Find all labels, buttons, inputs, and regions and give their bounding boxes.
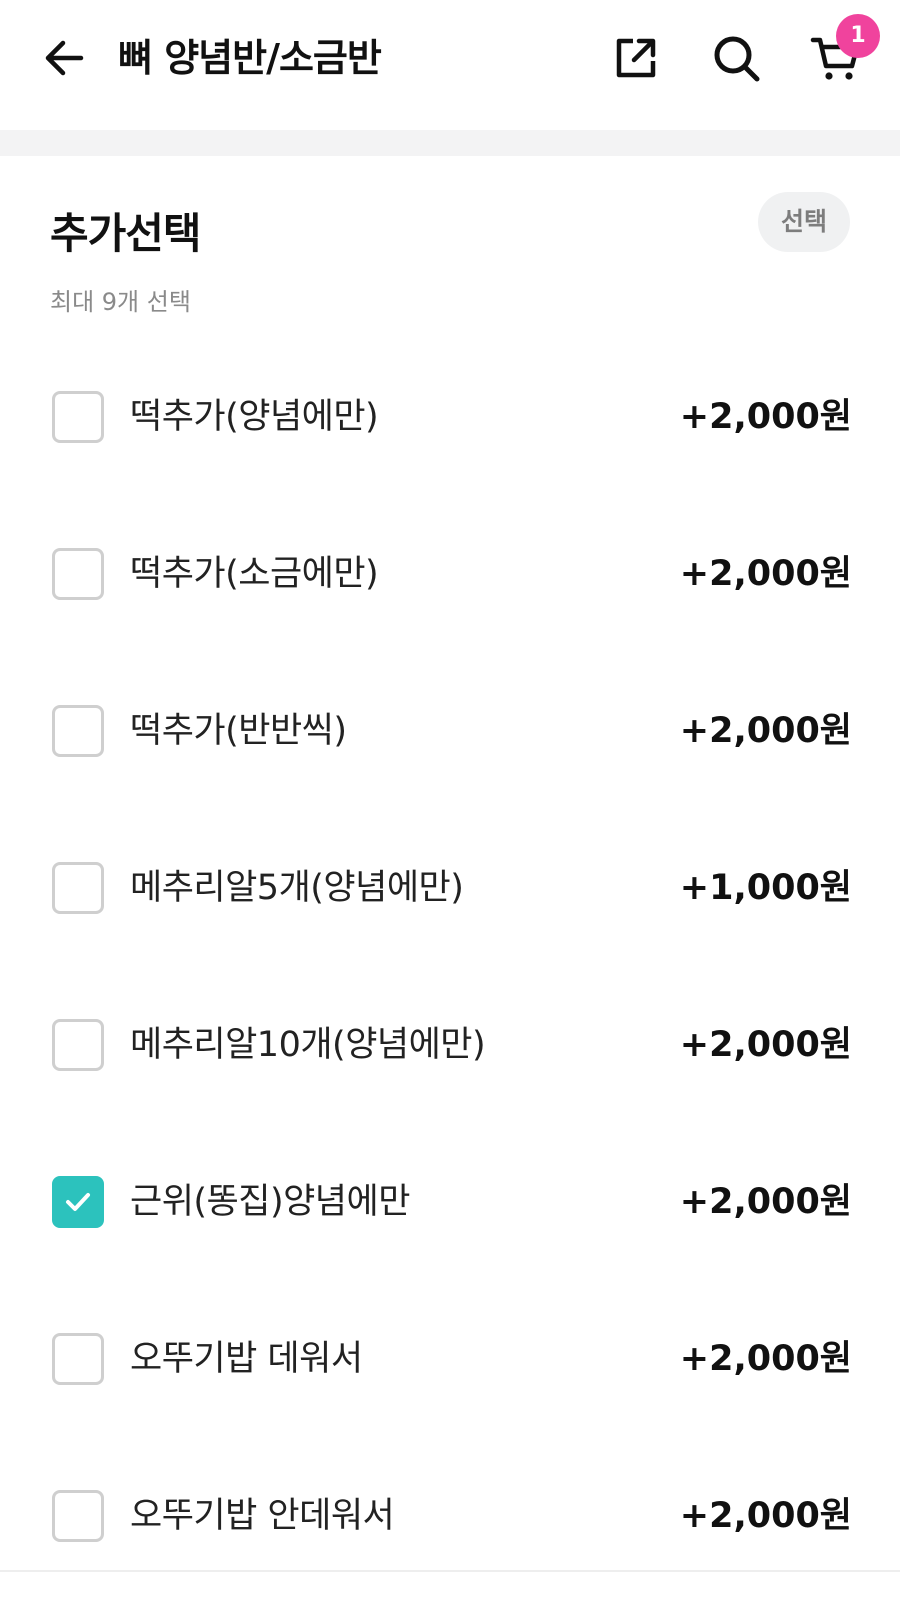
option-checkbox[interactable] [52, 705, 104, 757]
option-checkbox[interactable] [52, 1019, 104, 1071]
option-row[interactable]: 오뚜기밥 데워서 +2,000원 [0, 1283, 900, 1440]
option-label: 떡추가(소금에만) [130, 554, 379, 594]
option-checkbox[interactable] [52, 1490, 104, 1542]
cart-count-badge: 1 [836, 14, 880, 58]
search-button[interactable] [706, 28, 766, 88]
option-row[interactable]: 메추리알5개(양념에만) +1,000원 [0, 812, 900, 969]
option-label: 떡추가(양념에만) [130, 397, 379, 437]
option-checkbox[interactable] [52, 862, 104, 914]
option-label: 오뚜기밥 안데워서 [130, 1496, 395, 1536]
search-icon [714, 36, 760, 82]
option-price: +2,000원 [679, 711, 852, 751]
bottom-divider [0, 1570, 900, 1572]
option-price: +2,000원 [679, 554, 852, 594]
option-row[interactable]: 떡추가(소금에만) +2,000원 [0, 498, 900, 655]
option-label: 떡추가(반반씩) [130, 711, 347, 751]
top-app-bar: 뼈 양념반/소금반 1 [0, 0, 900, 130]
option-list: 떡추가(양념에만) +2,000원 떡추가(소금에만) +2,000원 떡추가(반반씩)… [0, 341, 900, 1597]
section-divider [0, 130, 900, 156]
option-label: 메추리알10개(양념에만) [130, 1025, 486, 1065]
option-price: +2,000원 [679, 1339, 852, 1379]
share-button[interactable] [606, 28, 666, 88]
selection-badge: 선택 [758, 192, 850, 252]
section-subtitle: 최대 9개 선택 [50, 288, 191, 316]
page-title: 뼈 양념반/소금반 [118, 36, 382, 80]
option-row[interactable]: 떡추가(양념에만) +2,000원 [0, 341, 900, 498]
option-price: +2,000원 [679, 397, 852, 437]
option-price: +2,000원 [679, 1182, 852, 1222]
back-arrow-icon [45, 40, 84, 76]
section-title: 추가선택 [50, 209, 202, 258]
share-icon [616, 38, 656, 78]
option-row[interactable]: 메추리알10개(양념에만) +2,000원 [0, 969, 900, 1126]
option-row[interactable]: 떡추가(반반씩) +2,000원 [0, 655, 900, 812]
option-checkbox[interactable] [52, 548, 104, 600]
option-price: +1,000원 [679, 868, 852, 908]
option-price: +2,000원 [679, 1496, 852, 1536]
option-label: 오뚜기밥 데워서 [130, 1339, 363, 1379]
option-label: 근위(똥집)양념에만 [130, 1182, 410, 1222]
app-screen: 뼈 양념반/소금반 1 추가선택 최대 9개 선택 선택 떡추가(양념에만) +2… [0, 0, 900, 1599]
option-row[interactable]: 근위(똥집)양념에만 +2,000원 [0, 1126, 900, 1283]
checkmark-icon [66, 1193, 90, 1211]
back-button[interactable] [36, 30, 92, 86]
option-checkbox[interactable] [52, 1176, 104, 1228]
option-checkbox[interactable] [52, 391, 104, 443]
option-label: 메추리알5개(양념에만) [130, 868, 464, 908]
option-price: +2,000원 [679, 1025, 852, 1065]
option-checkbox[interactable] [52, 1333, 104, 1385]
option-row[interactable]: 오뚜기밥 안데워서 +2,000원 [0, 1440, 900, 1597]
